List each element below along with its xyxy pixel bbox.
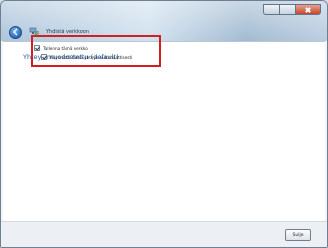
auto-connect-checkbox[interactable] xyxy=(41,54,47,60)
title-bar: Yhdistä verkkoon xyxy=(9,25,89,39)
dialog-content: Yhteys muodostettu (default) xyxy=(3,41,325,221)
back-button[interactable] xyxy=(9,25,22,39)
network-icon xyxy=(29,27,40,37)
dialog-window: Yhdistä verkkoon Yhteys muodostettu (def… xyxy=(0,0,328,248)
highlight-box xyxy=(31,35,161,67)
minimize-icon xyxy=(264,5,279,14)
back-arrow-icon xyxy=(12,28,17,36)
minimize-button[interactable] xyxy=(263,4,279,15)
auto-connect-label: Käynnistä tämä yhteys automaattisesti xyxy=(50,54,133,60)
close-button[interactable]: Sulje xyxy=(285,229,311,241)
dialog-footer: Sulje xyxy=(1,221,327,247)
save-network-checkbox[interactable] xyxy=(34,45,40,51)
close-window-button[interactable] xyxy=(295,4,321,15)
save-network-label: Tallenna tämä verkko xyxy=(43,45,88,51)
save-network-option[interactable]: Tallenna tämä verkko xyxy=(34,45,88,51)
close-icon xyxy=(296,5,320,14)
maximize-icon xyxy=(280,5,295,14)
maximize-button[interactable] xyxy=(279,4,295,15)
caption-buttons xyxy=(263,4,321,15)
auto-connect-option[interactable]: Käynnistä tämä yhteys automaattisesti xyxy=(41,54,132,60)
window-title: Yhdistä verkkoon xyxy=(46,29,89,35)
